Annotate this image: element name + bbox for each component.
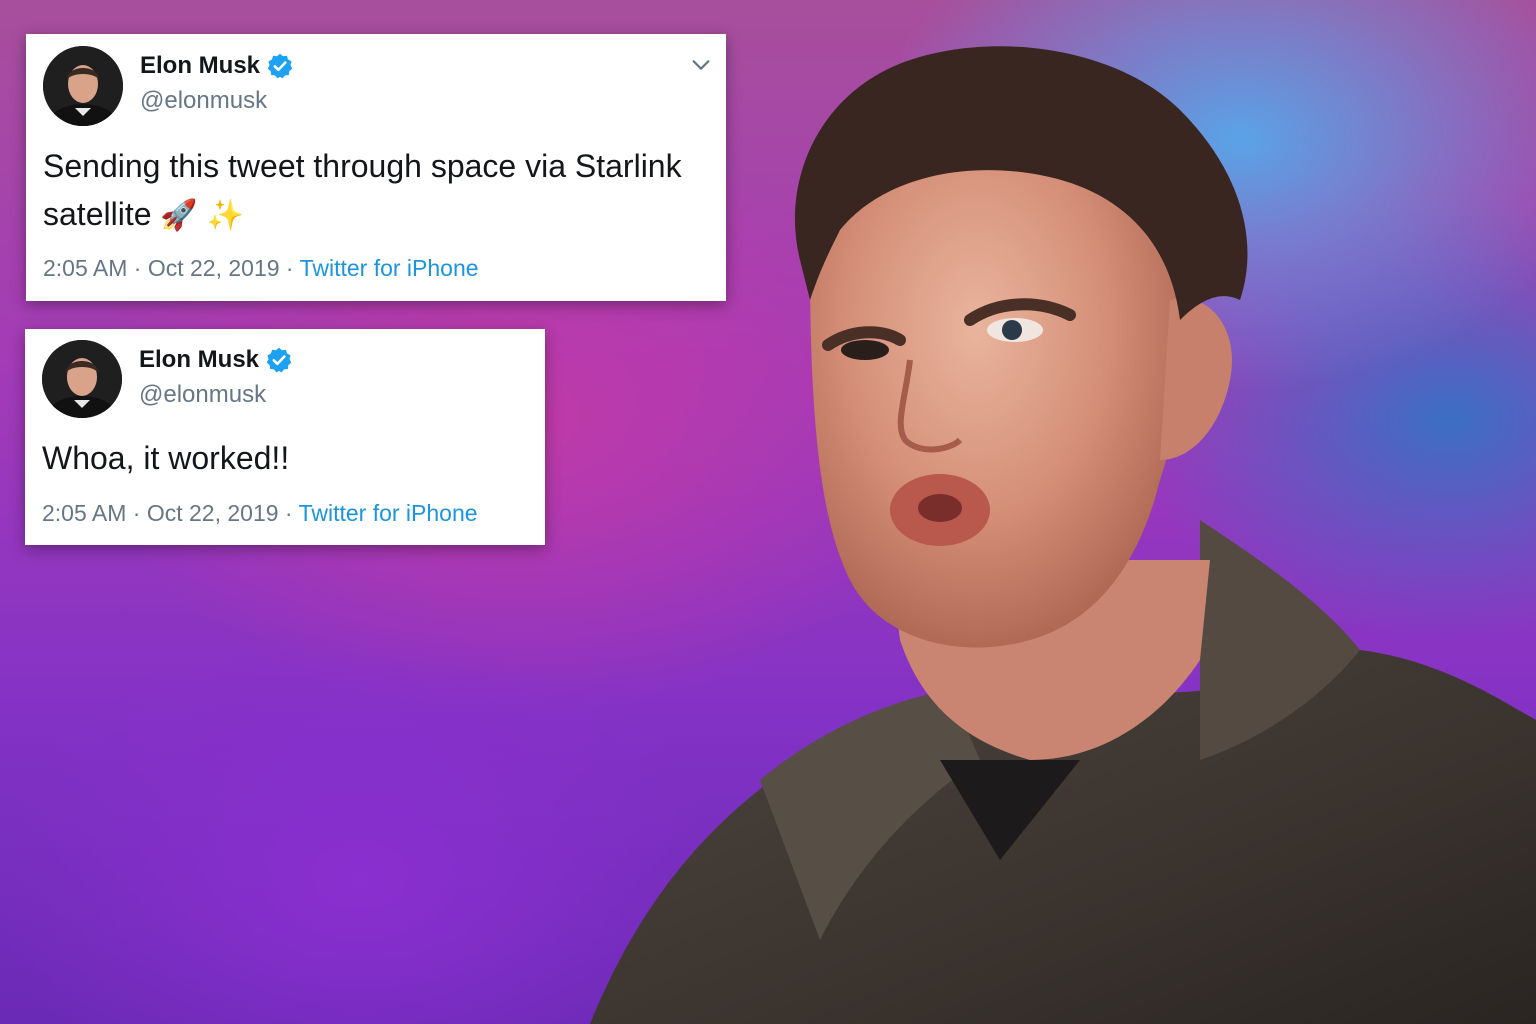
avatar-image (43, 46, 123, 126)
tweet-time[interactable]: 2:05 AM (42, 500, 126, 526)
chevron-down-icon[interactable] (690, 54, 712, 76)
meta-separator: · (126, 500, 147, 526)
tweet-text: Whoa, it worked!! (42, 434, 522, 482)
meta-separator: · (278, 500, 299, 526)
tweet-date[interactable]: Oct 22, 2019 (147, 500, 279, 526)
avatar-image (42, 340, 122, 418)
avatar[interactable] (43, 46, 123, 126)
rocket-emoji: 🚀 (160, 198, 198, 233)
name-row: Elon Musk (140, 52, 294, 80)
tweet-body: Whoa, it worked!! (42, 440, 290, 476)
handle[interactable]: @elonmusk (139, 381, 266, 409)
handle[interactable]: @elonmusk (140, 87, 267, 115)
display-name[interactable]: Elon Musk (139, 346, 259, 374)
sparkles-emoji: ✨ (206, 198, 244, 233)
name-row: Elon Musk (139, 346, 293, 374)
verified-badge-icon (266, 347, 292, 373)
source-link[interactable]: Twitter for iPhone (299, 500, 478, 526)
tweet-meta: 2:05 AM · Oct 22, 2019 · Twitter for iPh… (43, 255, 479, 282)
meta-separator: · (127, 255, 148, 281)
tweet-text: Sending this tweet through space via Sta… (43, 142, 703, 240)
tweet-body: Sending this tweet through space via Sta… (43, 148, 682, 232)
tweet-card[interactable]: Elon Musk @elonmusk Sending this tweet t… (26, 34, 726, 301)
display-name[interactable]: Elon Musk (140, 52, 260, 80)
tweet-date[interactable]: Oct 22, 2019 (148, 255, 280, 281)
source-link[interactable]: Twitter for iPhone (300, 255, 479, 281)
tweet-time[interactable]: 2:05 AM (43, 255, 127, 281)
avatar[interactable] (42, 340, 122, 418)
verified-badge-icon (267, 53, 293, 79)
tweet-card[interactable]: Elon Musk @elonmusk Whoa, it worked!! 2:… (25, 329, 545, 545)
tweet-meta: 2:05 AM · Oct 22, 2019 · Twitter for iPh… (42, 500, 478, 527)
meta-separator: · (279, 255, 300, 281)
